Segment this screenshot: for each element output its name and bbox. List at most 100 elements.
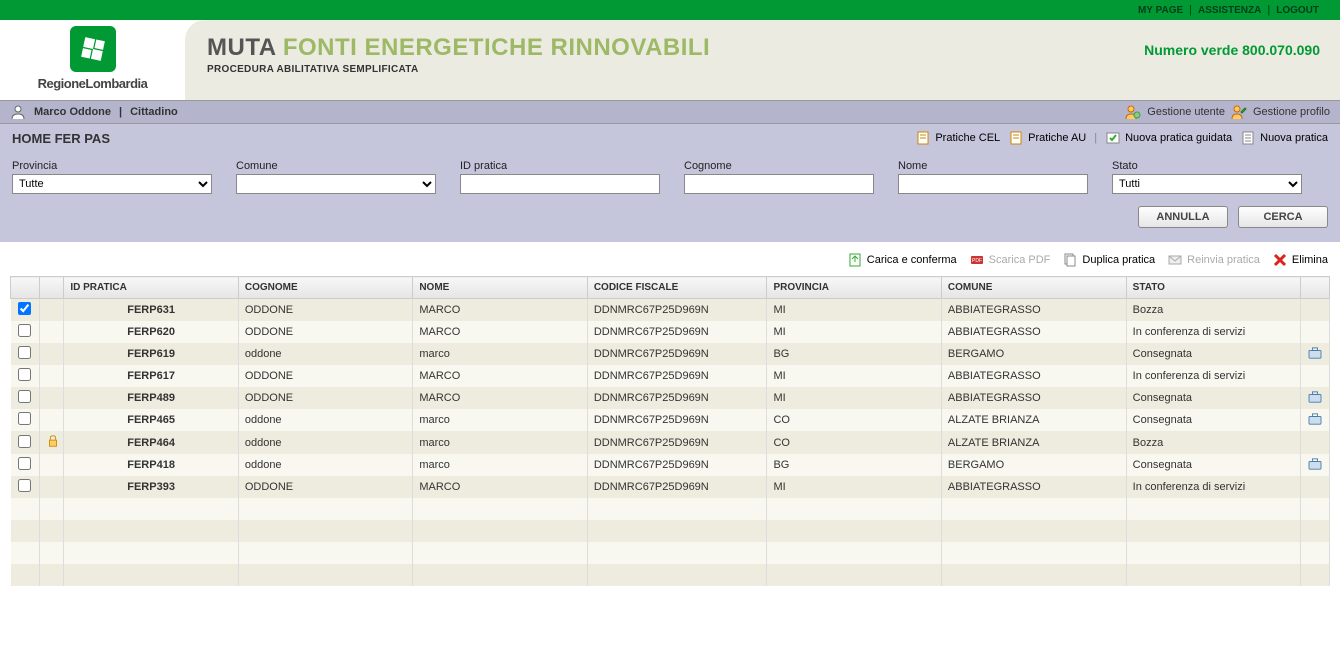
lock-icon xyxy=(46,439,60,451)
header-stato[interactable]: STATO xyxy=(1126,277,1300,299)
row-cognome: oddone xyxy=(238,343,412,365)
nome-input[interactable] xyxy=(898,174,1088,194)
logout-link[interactable]: LOGOUT xyxy=(1276,5,1319,16)
table-row[interactable]: FERP619oddonemarcoDDNMRC67P25D969NBGBERG… xyxy=(11,343,1330,365)
pratiche-cel-link[interactable]: Pratiche CEL xyxy=(915,130,1000,146)
briefcase-icon[interactable] xyxy=(1308,350,1322,362)
row-cf: DDNMRC67P25D969N xyxy=(587,299,767,322)
row-comune: ABBIATEGRASSO xyxy=(941,321,1126,343)
briefcase-icon[interactable] xyxy=(1308,461,1322,473)
table-row[interactable]: FERP617ODDONEMARCODDNMRC67P25D969NMIABBI… xyxy=(11,365,1330,387)
row-checkbox[interactable] xyxy=(18,302,31,315)
pratiche-au-link[interactable]: Pratiche AU xyxy=(1008,130,1086,146)
table-row[interactable]: FERP393ODDONEMARCODDNMRC67P25D969NMIABBI… xyxy=(11,476,1330,498)
row-checkbox[interactable] xyxy=(18,479,31,492)
scarica-pdf-tool[interactable]: PDF Scarica PDF xyxy=(969,252,1051,268)
reinvia-tool[interactable]: Reinvia pratica xyxy=(1167,252,1260,268)
document-icon xyxy=(915,130,931,146)
row-checkbox[interactable] xyxy=(18,390,31,403)
briefcase-icon[interactable] xyxy=(1308,416,1322,428)
row-checkbox[interactable] xyxy=(18,435,31,448)
duplica-tool[interactable]: Duplica pratica xyxy=(1062,252,1155,268)
row-cf: DDNMRC67P25D969N xyxy=(587,387,767,409)
separator: | xyxy=(1094,132,1097,144)
row-id: FERP617 xyxy=(64,365,238,387)
table-row[interactable]: FERP631ODDONEMARCODDNMRC67P25D969NMIABBI… xyxy=(11,299,1330,322)
resend-icon xyxy=(1167,252,1183,268)
carica-conferma-tool[interactable]: Carica e conferma xyxy=(847,252,957,268)
row-lock-cell xyxy=(39,409,64,431)
action-bar: HOME FER PAS Pratiche CEL Pratiche AU | … xyxy=(0,124,1340,152)
row-checkbox[interactable] xyxy=(18,368,31,381)
row-action-cell xyxy=(1301,387,1330,409)
row-cf: DDNMRC67P25D969N xyxy=(587,343,767,365)
cognome-label: Cognome xyxy=(684,160,874,172)
user-name: Marco Oddone xyxy=(34,106,111,118)
filters-panel: Provincia Tutte Comune ID pratica Cognom… xyxy=(0,152,1340,206)
row-cognome: ODDONE xyxy=(238,387,412,409)
provincia-select[interactable]: Tutte xyxy=(12,174,212,194)
table-row[interactable]: FERP418oddonemarcoDDNMRC67P25D969NBGBERG… xyxy=(11,454,1330,476)
row-action-cell xyxy=(1301,321,1330,343)
row-cf: DDNMRC67P25D969N xyxy=(587,321,767,343)
row-checkbox[interactable] xyxy=(18,324,31,337)
grid-toolbar: Carica e conferma PDF Scarica PDF Duplic… xyxy=(0,242,1340,276)
nuova-pratica-link[interactable]: Nuova pratica xyxy=(1240,130,1328,146)
elimina-tool[interactable]: Elimina xyxy=(1272,252,1328,268)
top-bar: MY PAGE | ASSISTENZA | LOGOUT xyxy=(0,0,1340,20)
row-comune: ALZATE BRIANZA xyxy=(941,409,1126,431)
row-id: FERP620 xyxy=(64,321,238,343)
document-icon xyxy=(1008,130,1024,146)
row-provincia: MI xyxy=(767,387,941,409)
row-stato: In conferenza di servizi xyxy=(1126,365,1300,387)
row-lock-cell xyxy=(39,343,64,365)
table-row[interactable]: FERP464oddonemarcoDDNMRC67P25D969NCOALZA… xyxy=(11,431,1330,454)
header-comune[interactable]: COMUNE xyxy=(941,277,1126,299)
row-checkbox[interactable] xyxy=(18,346,31,359)
row-stato: Consegnata xyxy=(1126,343,1300,365)
header-nome[interactable]: NOME xyxy=(413,277,587,299)
annulla-button[interactable]: ANNULLA xyxy=(1138,206,1228,228)
table-row[interactable]: FERP489ODDONEMARCODDNMRC67P25D969NMIABBI… xyxy=(11,387,1330,409)
header-cf[interactable]: CODICE FISCALE xyxy=(587,277,767,299)
row-comune: BERGAMO xyxy=(941,454,1126,476)
row-id: FERP619 xyxy=(64,343,238,365)
cerca-button[interactable]: CERCA xyxy=(1238,206,1328,228)
header-cognome[interactable]: COGNOME xyxy=(238,277,412,299)
stato-select[interactable]: Tutti xyxy=(1112,174,1302,194)
row-checkbox[interactable] xyxy=(18,457,31,470)
gestione-profilo-link[interactable]: Gestione profilo xyxy=(1253,106,1330,118)
row-cf: DDNMRC67P25D969N xyxy=(587,454,767,476)
nuova-pratica-guidata-link[interactable]: Nuova pratica guidata xyxy=(1105,130,1232,146)
logo-text: RegioneLombardia xyxy=(0,76,185,91)
row-comune: ABBIATEGRASSO xyxy=(941,365,1126,387)
app-subtitle: PROCEDURA ABILITATIVA SEMPLIFICATA xyxy=(207,64,1340,75)
table-row[interactable]: FERP465oddonemarcoDDNMRC67P25D969NCOALZA… xyxy=(11,409,1330,431)
row-action-cell xyxy=(1301,454,1330,476)
row-nome: MARCO xyxy=(413,365,587,387)
row-comune: ABBIATEGRASSO xyxy=(941,387,1126,409)
row-nome: marco xyxy=(413,409,587,431)
briefcase-icon[interactable] xyxy=(1308,394,1322,406)
row-provincia: BG xyxy=(767,454,941,476)
cognome-input[interactable] xyxy=(684,174,874,194)
row-comune: ABBIATEGRASSO xyxy=(941,476,1126,498)
row-nome: marco xyxy=(413,431,587,454)
comune-select[interactable] xyxy=(236,174,436,194)
my-page-link[interactable]: MY PAGE xyxy=(1138,5,1183,16)
row-id: FERP489 xyxy=(64,387,238,409)
row-provincia: MI xyxy=(767,476,941,498)
assistenza-link[interactable]: ASSISTENZA xyxy=(1198,5,1261,16)
row-cognome: ODDONE xyxy=(238,476,412,498)
row-checkbox[interactable] xyxy=(18,412,31,425)
row-action-cell xyxy=(1301,299,1330,322)
header-id[interactable]: ID PRATICA xyxy=(64,277,238,299)
idpratica-input[interactable] xyxy=(460,174,660,194)
row-cognome: ODDONE xyxy=(238,365,412,387)
table-row[interactable]: FERP620ODDONEMARCODDNMRC67P25D969NMIABBI… xyxy=(11,321,1330,343)
header-provincia[interactable]: PROVINCIA xyxy=(767,277,941,299)
row-action-cell xyxy=(1301,365,1330,387)
user-role: Cittadino xyxy=(130,106,178,118)
upload-icon xyxy=(847,252,863,268)
gestione-utente-link[interactable]: Gestione utente xyxy=(1147,106,1225,118)
